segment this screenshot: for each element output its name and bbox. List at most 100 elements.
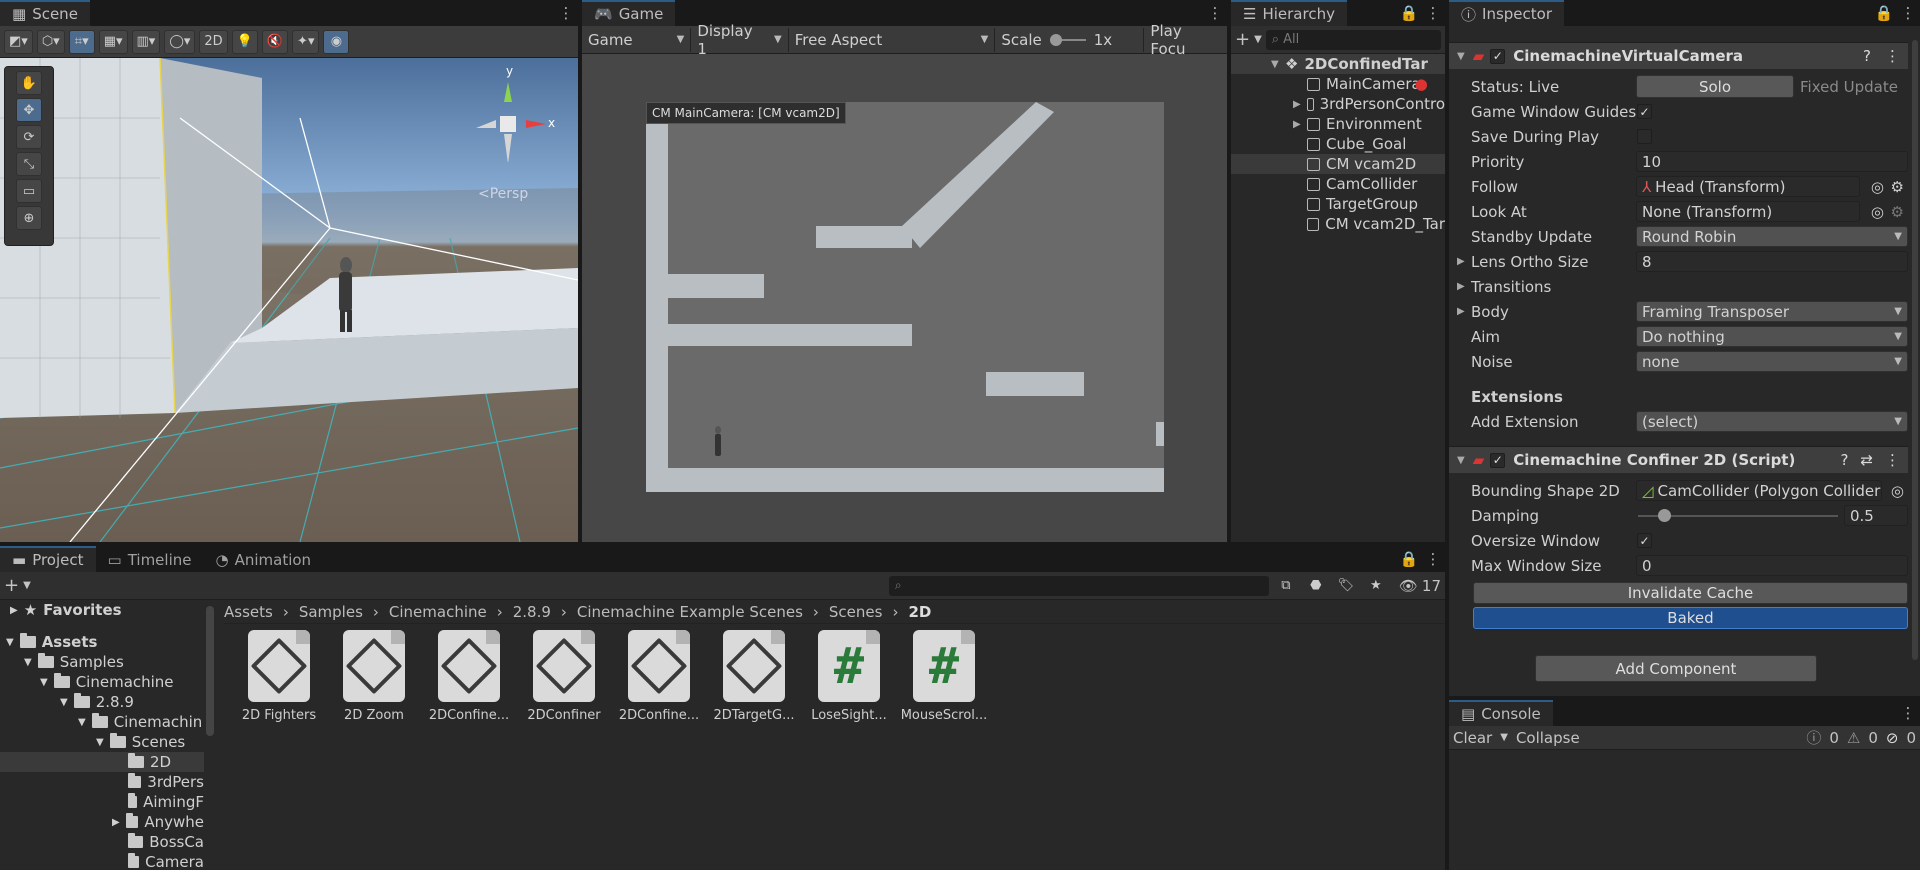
list-item[interactable]: CamCollider [1231, 174, 1445, 194]
hierarchy-root[interactable]: ▼ ❖ 2DConfinedTar [1231, 54, 1445, 74]
info-log-icon[interactable]: ⓘ [1806, 727, 1821, 748]
bounding-shape-field[interactable]: ◿ CamCollider (Polygon Collider [1636, 480, 1882, 501]
foldout-closed-icon[interactable]: ▶ [1457, 256, 1465, 267]
priority-field[interactable]: 10 [1636, 151, 1908, 172]
lighting-icon[interactable]: 💡 [231, 29, 258, 54]
play-focus-dropdown[interactable]: Play Focu [1144, 22, 1227, 58]
shading-cube-icon[interactable]: ⬡▾ [36, 29, 65, 54]
lookat-field[interactable]: None (Transform) [1636, 201, 1860, 222]
noise-dropdown[interactable]: none ▼ [1636, 351, 1908, 372]
scale-slider-track[interactable] [1049, 33, 1086, 46]
tree-item-selected[interactable]: 2D [0, 752, 204, 772]
foldout-open-icon[interactable]: ▼ [24, 657, 32, 668]
breadcrumb-item[interactable]: Scenes [829, 603, 883, 621]
solo-button[interactable]: Solo [1636, 75, 1794, 98]
gear-icon[interactable]: ⚙ [1891, 178, 1904, 196]
oversize-window-checkbox[interactable]: ✓ [1637, 533, 1652, 548]
list-item[interactable]: TargetGroup [1231, 194, 1445, 214]
render-sphere-icon[interactable]: ◯▾ [164, 29, 196, 54]
foldout-open-icon[interactable]: ▼ [40, 677, 48, 688]
list-item[interactable]: ▶ Environment [1231, 114, 1445, 134]
move-tool-icon[interactable]: ✥ [16, 98, 42, 122]
add-icon[interactable]: + [1235, 29, 1250, 50]
visibility-icon[interactable]: ◉ [323, 29, 350, 54]
folder-tree-scrollbar[interactable] [206, 606, 214, 736]
list-item[interactable]: MainCamera ● [1231, 74, 1445, 94]
grid-snap-icon[interactable]: ⌗▾ [68, 29, 95, 54]
breadcrumb-item[interactable]: Cinemachine [389, 603, 487, 621]
scene-viewport[interactable]: ✋ ✥ ⟳ ⤡ ▭ ⊕ y x <Persp [0, 58, 578, 542]
asset-scene-file[interactable]: 2DConfine... [423, 630, 515, 723]
toggle-2d-button[interactable]: 2D [199, 29, 228, 54]
breadcrumb-item[interactable]: Cinemachine Example Scenes [577, 603, 803, 621]
hidden-packages-icon[interactable]: 👁 [1399, 577, 1418, 595]
warning-icon[interactable]: ⚠ [1847, 729, 1860, 747]
effects-icon[interactable]: ✦▾ [292, 29, 320, 54]
foldout-closed-icon[interactable]: ▶ [112, 817, 120, 828]
asset-script-file[interactable]: # MouseScrol... [898, 630, 990, 723]
object-picker-icon[interactable]: ◎ [1891, 482, 1904, 500]
foldout-closed-icon[interactable]: ▶ [1293, 99, 1301, 110]
foldout-open-icon[interactable]: ▼ [78, 717, 86, 728]
help-icon[interactable]: ? [1840, 451, 1848, 469]
invalidate-cache-button[interactable]: Invalidate Cache [1473, 582, 1908, 604]
project-search-input[interactable]: ⌕ [888, 575, 1269, 596]
project-menu-icon[interactable]: ⋮ [1421, 546, 1445, 572]
tree-item[interactable]: AimingF [0, 792, 204, 812]
foldout-open-icon[interactable]: ▼ [60, 697, 68, 708]
asset-scene-file[interactable]: 2DTargetG... [708, 630, 800, 723]
foldout-open-icon[interactable]: ▼ [96, 737, 104, 748]
tree-item[interactable]: ▼ 2.8.9 [0, 692, 204, 712]
breadcrumb-item[interactable]: Samples [299, 603, 363, 621]
add-icon[interactable]: + [4, 575, 19, 596]
foldout-closed-icon[interactable]: ▶ [1457, 281, 1465, 292]
component-menu-icon[interactable]: ⋮ [1885, 451, 1900, 469]
component-enabled-checkbox[interactable]: ✓ [1490, 48, 1506, 64]
list-item[interactable]: Cube_Goal [1231, 134, 1445, 154]
breadcrumb-item[interactable]: Assets [224, 603, 273, 621]
tree-item[interactable]: ▼ Assets [0, 632, 204, 652]
transform-tool-icon[interactable]: ⊕ [16, 206, 42, 230]
help-icon[interactable]: ? [1863, 47, 1871, 65]
tree-item[interactable]: BossCa [0, 832, 204, 852]
tree-item[interactable]: ▶ Anywhe [0, 812, 204, 832]
display-dropdown[interactable]: Display 1 ▼ [691, 22, 789, 58]
hierarchy-menu-icon[interactable]: ⋮ [1421, 0, 1445, 26]
foldout-open-icon[interactable]: ▼ [1457, 51, 1465, 62]
filter-by-type-icon[interactable]: ⬣ [1303, 574, 1329, 598]
hand-tool-icon[interactable]: ✋ [15, 71, 43, 95]
foldout-open-icon[interactable]: ▼ [1271, 59, 1279, 70]
standby-dropdown[interactable]: Round Robin ▼ [1636, 226, 1908, 247]
filter-by-label-icon[interactable]: 🏷 [1333, 574, 1359, 598]
tab-hierarchy[interactable]: ☰ Hierarchy [1231, 0, 1347, 26]
follow-field[interactable]: ⅄ Head (Transform) [1636, 176, 1860, 197]
object-picker-icon[interactable]: ◎ [1871, 178, 1884, 196]
add-component-button[interactable]: Add Component [1535, 655, 1817, 682]
scale-tool-icon[interactable]: ⤡ [16, 152, 42, 176]
audio-icon[interactable]: 🔇 [261, 29, 289, 54]
tree-item[interactable]: 3rdPers [0, 772, 204, 792]
tab-scene[interactable]: ▦ Scene [0, 0, 90, 26]
breadcrumb-item[interactable]: 2.8.9 [513, 603, 551, 621]
lock-icon[interactable]: 🔒 [1872, 0, 1896, 26]
transitions-row[interactable]: ▶ Transitions [1449, 274, 1908, 299]
component-menu-icon[interactable]: ⋮ [1885, 47, 1900, 65]
lock-icon[interactable]: 🔒 [1397, 0, 1421, 26]
asset-scene-file[interactable]: 2DConfine... [613, 630, 705, 723]
grid-icon[interactable]: ▦▾ [98, 29, 128, 54]
breadcrumb-item-current[interactable]: 2D [908, 603, 931, 621]
tab-console[interactable]: ▤ Console [1449, 700, 1553, 726]
clear-button[interactable]: Clear [1453, 729, 1492, 747]
list-item[interactable]: CM vcam2D_Tar [1231, 214, 1445, 234]
console-menu-icon[interactable]: ⋮ [1896, 700, 1920, 726]
body-dropdown[interactable]: Framing Transposer ▼ [1636, 301, 1908, 322]
rect-tool-icon[interactable]: ▭ [16, 179, 42, 203]
chevron-down-icon[interactable]: ▼ [1500, 732, 1508, 743]
add-extension-dropdown[interactable]: (select) ▼ [1636, 411, 1908, 432]
lock-icon[interactable]: 🔒 [1397, 546, 1421, 572]
collapse-button[interactable]: Collapse [1516, 729, 1580, 747]
damping-slider-thumb[interactable] [1658, 509, 1671, 522]
foldout-closed-icon[interactable]: ▶ [1457, 306, 1465, 317]
lens-ortho-size-field[interactable]: 8 [1636, 251, 1908, 272]
tree-item[interactable]: ▼ Samples [0, 652, 204, 672]
